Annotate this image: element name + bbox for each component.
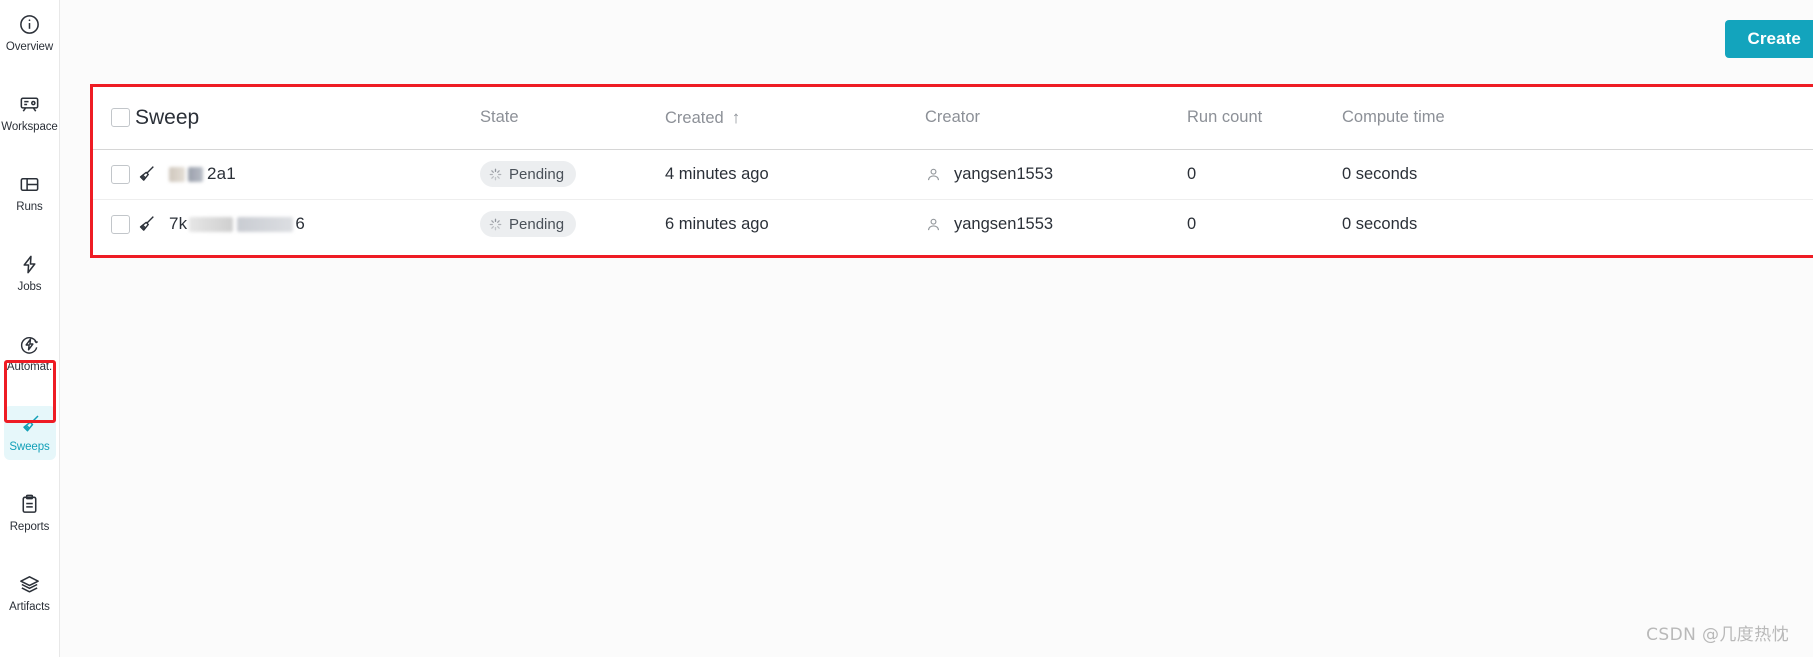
sidebar-label-reports: Reports: [9, 521, 50, 533]
row-creator-cell: yangsen1553: [925, 149, 1187, 200]
workspace-icon: [18, 92, 42, 116]
row-created-cell: 6 minutes ago: [665, 214, 769, 233]
row-creator-cell: yangsen1553: [925, 199, 1187, 249]
creator-name[interactable]: yangsen1553: [954, 215, 1053, 234]
sweep-name-prefix: 7k: [169, 214, 188, 234]
sidebar-item-automations[interactable]: Automat.: [4, 326, 56, 380]
sweep-name-link[interactable]: 2a1: [169, 164, 236, 184]
spinner-icon: [489, 168, 502, 181]
sweep-name-visible: 6: [295, 214, 306, 234]
sidebar-item-artifacts[interactable]: Artifacts: [4, 566, 56, 620]
row-compute-time-cell: 0 seconds: [1342, 214, 1418, 233]
row-compute-time-cell: 0 seconds: [1342, 149, 1813, 200]
header-run-count[interactable]: Run count: [1187, 87, 1342, 150]
bolt-icon: [18, 252, 42, 276]
redacted-name-part: [237, 217, 294, 233]
sweeps-table: Sweep State Created ↑ Creator Run count C…: [93, 87, 1813, 249]
broom-icon: [18, 412, 42, 436]
create-button[interactable]: Create: [1725, 20, 1813, 58]
row-run-count-cell: 0: [1187, 214, 1197, 233]
sidebar-item-reports[interactable]: Reports: [4, 486, 56, 540]
page-toolbar: Create: [60, 0, 1813, 78]
sweeps-table-card: Sweep State Created ↑ Creator Run count C…: [90, 84, 1813, 258]
automation-icon: [18, 332, 42, 356]
creator-name[interactable]: yangsen1553: [954, 165, 1053, 184]
row-state-cell: Pending: [480, 149, 665, 200]
select-all-checkbox[interactable]: [111, 108, 130, 128]
row-checkbox[interactable]: [111, 214, 130, 234]
redacted-name-part: [169, 167, 185, 183]
sidebar-label-jobs: Jobs: [17, 281, 42, 293]
row-checkbox[interactable]: [111, 164, 130, 184]
row-run-count-cell: 0: [1187, 149, 1342, 200]
left-sidebar: Overview Workspace Runs Jobs Automat. Sw…: [0, 0, 60, 657]
sweep-name-link[interactable]: 7k 6: [169, 214, 305, 234]
sidebar-item-sweeps[interactable]: Sweeps: [3, 406, 56, 460]
row-state-cell: Pending: [480, 199, 665, 249]
row-created-cell: 4 minutes ago: [665, 149, 925, 200]
select-all-header: [93, 87, 135, 150]
sidebar-item-jobs[interactable]: Jobs: [4, 246, 56, 300]
row-name-cell: 2a1: [135, 149, 480, 200]
status-badge-label: Pending: [509, 165, 565, 183]
table-row[interactable]: 7k 6 Pending 6 minutes ago yangsen1553 0…: [93, 199, 1813, 249]
sidebar-label-sweeps: Sweeps: [9, 441, 50, 453]
sort-ascending-icon: ↑: [731, 107, 741, 127]
table-row[interactable]: 2a1 Pending 4 minutes ago yangsen1553 0 …: [93, 149, 1813, 200]
status-badge-label: Pending: [509, 215, 565, 233]
row-select-cell: [93, 199, 135, 249]
watermark: CSDN @几度热忱: [1646, 625, 1789, 645]
header-created-label: Created: [665, 108, 724, 127]
status-badge: Pending: [480, 211, 577, 238]
sidebar-label-artifacts: Artifacts: [9, 601, 50, 613]
header-sweep[interactable]: Sweep: [135, 87, 480, 150]
app-root: Overview Workspace Runs Jobs Automat. Sw…: [0, 0, 1813, 657]
sidebar-label-workspace: Workspace: [1, 121, 58, 133]
status-badge: Pending: [480, 161, 577, 187]
runs-table-icon: [18, 172, 42, 196]
sweep-name-visible: 2a1: [207, 164, 236, 183]
sidebar-item-overview[interactable]: Overview: [4, 6, 56, 60]
row-name-cell: 7k 6: [135, 199, 480, 249]
header-sweep-label: Sweep: [135, 105, 200, 129]
header-creator[interactable]: Creator: [925, 87, 1187, 150]
sidebar-item-workspace[interactable]: Workspace: [1, 86, 58, 140]
sidebar-label-runs: Runs: [16, 201, 43, 213]
broom-icon: [135, 163, 157, 185]
info-circle-icon: [18, 12, 42, 36]
clipboard-icon: [18, 492, 42, 516]
sidebar-item-runs[interactable]: Runs: [4, 166, 56, 220]
row-select-cell: [93, 149, 135, 200]
redacted-name-part: [189, 217, 234, 233]
sidebar-label-automations: Automat.: [6, 361, 53, 373]
header-compute-time[interactable]: Compute time: [1342, 87, 1813, 150]
broom-icon: [135, 213, 157, 235]
main-content: Create Sweep State Created ↑ Creator Run…: [60, 0, 1813, 657]
header-state[interactable]: State: [480, 87, 665, 150]
header-created[interactable]: Created ↑: [665, 87, 925, 150]
redacted-name-part: [188, 167, 203, 183]
avatar: [925, 216, 942, 233]
spinner-icon: [489, 218, 502, 231]
sidebar-label-overview: Overview: [5, 41, 54, 53]
table-header-row: Sweep State Created ↑ Creator Run count C…: [93, 87, 1813, 150]
layers-icon: [18, 572, 42, 596]
avatar: [925, 166, 942, 183]
